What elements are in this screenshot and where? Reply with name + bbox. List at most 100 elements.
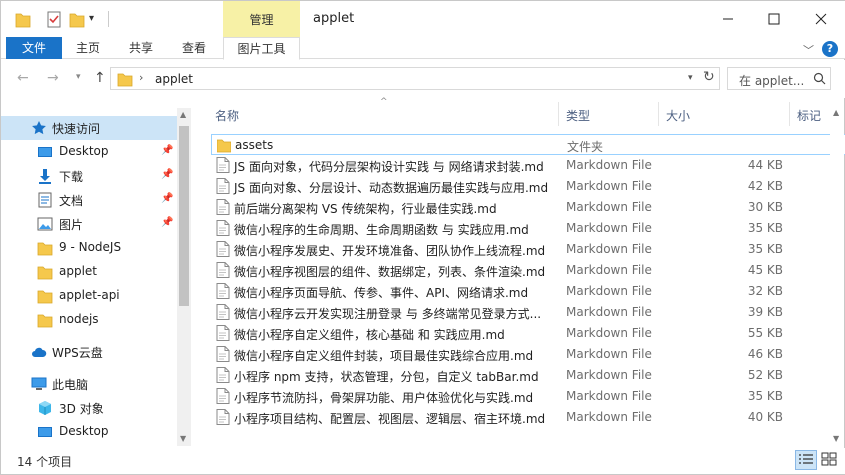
address-history-chevron-icon[interactable]: ▾ (688, 73, 693, 83)
column-divider[interactable] (658, 102, 659, 126)
close-button[interactable] (798, 1, 844, 37)
pin-icon[interactable]: 📌 (161, 193, 173, 204)
list-scrollbar[interactable]: ▲ ▼ (830, 108, 844, 446)
scroll-down-icon[interactable]: ▼ (833, 434, 839, 443)
file-size: 55 KB (747, 326, 783, 340)
scroll-up-icon[interactable]: ▲ (833, 108, 839, 117)
file-size: 35 KB (747, 242, 783, 256)
tab-picture-tools[interactable]: 图片工具 (223, 37, 300, 60)
column-divider[interactable] (789, 102, 790, 126)
nav-item-downloads[interactable]: 下载 📌 (1, 164, 177, 188)
file-type: Markdown File (566, 263, 652, 277)
search-placeholder: 在 applet... (739, 74, 805, 88)
file-row[interactable]: 微信小程序云开发实现注册登录 与 多终端常见登录方式... Markdown Fi… (211, 302, 845, 323)
nav-item-applet[interactable]: applet (1, 260, 177, 284)
nav-item-label: 此电脑 (52, 378, 89, 392)
nav-item-nodejs[interactable]: nodejs (1, 308, 177, 332)
large-icons-view-button[interactable] (819, 450, 841, 470)
status-bar: 14 个项目 (1, 448, 845, 474)
file-name: 微信小程序云开发实现注册登录 与 多终端常见登录方式... (234, 307, 542, 321)
file-name: assets (235, 138, 274, 152)
nav-item-this-pc[interactable]: 此电脑 (1, 372, 177, 396)
properties-icon[interactable] (47, 11, 61, 29)
column-type[interactable]: 类型 (566, 107, 590, 124)
maximize-icon (768, 13, 780, 25)
pin-icon[interactable]: 📌 (161, 217, 173, 228)
maximize-button[interactable] (751, 1, 797, 37)
file-row[interactable]: JS 面向对象、分层设计、动态数据遍历最佳实践与应用.md Markdown Fi… (211, 176, 845, 197)
details-view-icon (799, 454, 813, 464)
search-box[interactable]: 在 applet... (727, 67, 831, 90)
scroll-down-icon[interactable]: ▼ (180, 434, 186, 443)
file-row[interactable]: 微信小程序自定义组件封装，项目最佳实践综合应用.md Markdown File 4… (211, 344, 845, 365)
customize-toolbar-chevron-icon[interactable]: ▾ (89, 13, 94, 31)
nav-item-desktop[interactable]: Desktop 📌 (1, 140, 177, 164)
column-tags[interactable]: 标记 (797, 107, 821, 124)
forward-arrow-icon[interactable]: → (47, 70, 59, 86)
folder-icon[interactable] (15, 11, 31, 29)
refresh-icon[interactable]: ↻ (703, 69, 715, 85)
nav-scrollbar[interactable]: ▲ ▼ (177, 108, 191, 446)
file-type: Markdown File (566, 368, 652, 382)
file-row[interactable]: 小程序节流防抖，骨架屏功能、用户体验优化与实践.md Markdown File 3… (211, 386, 845, 407)
nav-item-documents[interactable]: 文档 📌 (1, 188, 177, 212)
nav-item-label: applet (59, 264, 98, 278)
file-name: 小程序 npm 支持，状态管理，分包，自定义 tabBar.md (234, 370, 539, 384)
nav-item-wps-cloud[interactable]: WPS云盘 (1, 340, 177, 364)
help-button[interactable]: ? (822, 41, 838, 57)
navigation-pane: 快速访问 Desktop 📌 下载 📌 文档 📌 图片 📌 9 - NodeJS… (1, 108, 191, 446)
column-name[interactable]: 名称 (215, 107, 239, 124)
nav-item-3d-objects[interactable]: 3D 对象 (1, 396, 177, 420)
file-row[interactable]: 前后端分离架构 VS 传统架构，行业最佳实践.md Markdown File 30… (211, 197, 845, 218)
desktop-icon (38, 427, 52, 437)
up-arrow-icon[interactable]: ↑ (94, 70, 106, 86)
nav-item-pictures[interactable]: 图片 📌 (1, 212, 177, 236)
file-size: 30 KB (747, 200, 783, 214)
expand-ribbon-chevron-icon[interactable]: ﹀ (803, 42, 814, 58)
minimize-button[interactable] (705, 1, 751, 37)
nav-item-applet-api[interactable]: applet-api (1, 284, 177, 308)
tab-home[interactable]: 主页 (65, 37, 111, 59)
file-row[interactable]: 微信小程序页面导航、传参、事件、API、网络请求.md Markdown File… (211, 281, 845, 302)
tab-share[interactable]: 共享 (116, 37, 166, 59)
folder-row[interactable]: assets 文件夹 (211, 134, 845, 155)
column-divider[interactable] (558, 102, 559, 126)
markdown-file-icon (216, 157, 230, 173)
recent-locations-chevron-icon[interactable]: ▾ (76, 72, 81, 82)
nav-item-label: applet-api (59, 288, 120, 302)
pin-icon[interactable]: 📌 (161, 169, 173, 180)
nav-item-label: Desktop (59, 424, 109, 438)
file-row[interactable]: 微信小程序视图层的组件、数据绑定，列表、条件渲染.md Markdown File… (211, 260, 845, 281)
download-icon (39, 169, 51, 184)
nav-item-desktop-pc[interactable]: Desktop (1, 420, 177, 444)
nav-item-quick-access[interactable]: 快速访问 (1, 116, 177, 140)
file-row[interactable]: 小程序项目结构、配置层、视图层、逻辑层、宿主环境.md Markdown File… (211, 407, 845, 428)
scroll-up-icon[interactable]: ▲ (180, 110, 186, 119)
back-arrow-icon[interactable]: ← (17, 70, 29, 86)
file-row[interactable]: 微信小程序发展史、开发环境准备、团队协作上线流程.md Markdown File… (211, 239, 845, 260)
file-size: 52 KB (747, 368, 783, 382)
new-folder-icon[interactable] (69, 11, 85, 29)
column-size[interactable]: 大小 (666, 107, 690, 124)
file-type: Markdown File (566, 200, 652, 214)
breadcrumb-path[interactable]: applet (155, 72, 193, 86)
markdown-file-icon (216, 325, 230, 341)
folder-icon (37, 314, 53, 328)
nav-item-9-nodejs[interactable]: 9 - NodeJS (1, 236, 177, 260)
file-name: 前后端分离架构 VS 传统架构，行业最佳实践.md (234, 202, 497, 216)
details-view-button[interactable] (795, 450, 817, 470)
tab-view[interactable]: 查看 (169, 37, 219, 59)
markdown-file-icon (216, 199, 230, 215)
file-row[interactable]: 小程序 npm 支持，状态管理，分包，自定义 tabBar.md Markdown… (211, 365, 845, 386)
file-row[interactable]: JS 面向对象，代码分层架构设计实践 与 网络请求封装.md Markdown F… (211, 155, 845, 176)
tab-file[interactable]: 文件 (6, 37, 62, 59)
scroll-thumb[interactable] (179, 126, 189, 306)
file-row[interactable]: 微信小程序的生命周期、生命周期函数 与 实践应用.md Markdown File… (211, 218, 845, 239)
file-size: 39 KB (747, 305, 783, 319)
file-type: Markdown File (566, 221, 652, 235)
breadcrumb-chevron-icon[interactable]: › (139, 71, 143, 84)
pin-icon[interactable]: 📌 (161, 145, 173, 156)
file-row[interactable]: 微信小程序自定义组件，核心基础 和 实践应用.md Markdown File 55… (211, 323, 845, 344)
nav-item-label: 9 - NodeJS (59, 240, 122, 254)
address-bar[interactable]: › applet ▾ ↻ (110, 67, 720, 90)
